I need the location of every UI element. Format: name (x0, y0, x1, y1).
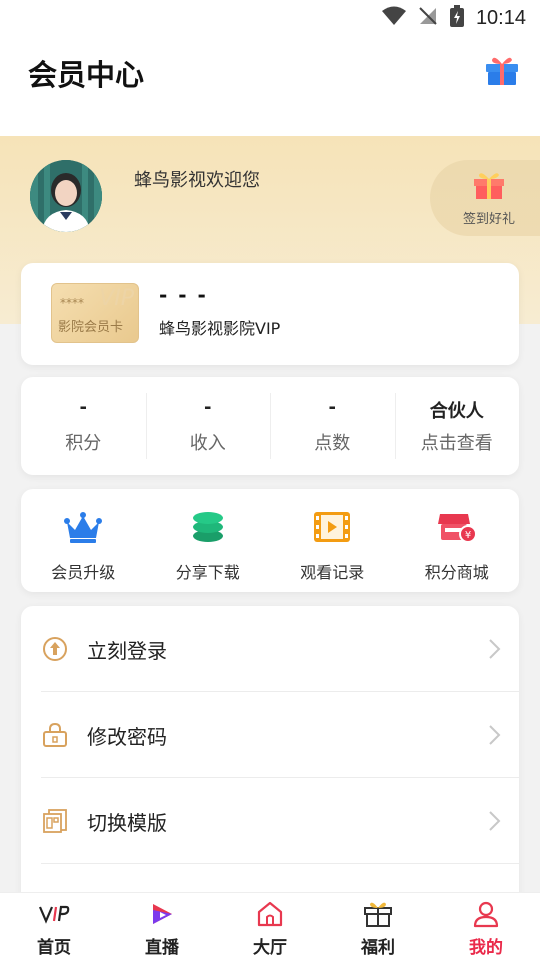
stat-label: 积分 (65, 433, 102, 454)
gift-icon (362, 899, 394, 929)
menu-item-login[interactable]: 立刻登录 (21, 606, 519, 692)
menu-label: 修改密码 (87, 724, 167, 749)
welcome-text: 蜂鸟影视欢迎您 (134, 170, 260, 191)
avatar[interactable] (30, 160, 102, 232)
stat-credits[interactable]: - 点数 (270, 377, 395, 475)
stat-partner[interactable]: 合伙人 点击查看 (394, 377, 520, 475)
stat-value: - (79, 397, 87, 418)
nav-label: 我的 (469, 938, 503, 958)
template-icon (41, 807, 69, 835)
chevron-right-icon (487, 810, 501, 832)
feature-label: 观看记录 (300, 563, 365, 582)
nav-home[interactable]: 首页 (0, 893, 108, 960)
stats-card: - 积分 - 收入 - 点数 合伙人 点击查看 (21, 377, 519, 475)
stat-label: 点击查看 (420, 433, 493, 454)
home-icon (254, 899, 286, 929)
stat-value: 合伙人 (429, 401, 484, 422)
svg-text:¥: ¥ (465, 530, 471, 541)
feature-history-button[interactable]: 观看记录 (270, 489, 395, 592)
feature-upgrade-button[interactable]: 会员升级 (21, 489, 146, 592)
user-icon (470, 899, 502, 929)
film-icon (312, 507, 352, 547)
feature-share-button[interactable]: 分享下载 (146, 489, 271, 592)
feature-label: 积分商城 (424, 563, 489, 582)
menu-label: 立刻登录 (87, 638, 167, 663)
settings-menu: 立刻登录 修改密码 切换模版 (21, 606, 519, 906)
badge-stars: **** (60, 296, 84, 310)
nav-label: 直播 (145, 938, 179, 958)
vip-card[interactable]: **** VIP 影院会员卡 - - - 蜂鸟影视影院VIP (21, 263, 519, 365)
vip-card-badge: **** VIP 影院会员卡 (51, 283, 139, 343)
menu-label: 切换模版 (87, 810, 167, 835)
nav-label: 大厅 (253, 938, 287, 958)
nav-label: 福利 (361, 938, 395, 958)
badge-card-name: 影院会员卡 (58, 320, 124, 335)
signin-gift-button[interactable]: 签到好礼 (430, 160, 540, 236)
header: 会员中心 (0, 36, 540, 136)
menu-item-switch-template[interactable]: 切换模版 (21, 778, 519, 864)
stat-income[interactable]: - 收入 (145, 377, 271, 475)
chevron-right-icon (487, 638, 501, 660)
battery-icon (449, 5, 464, 31)
shop-icon: ¥ (437, 507, 477, 547)
menu-item-change-password[interactable]: 修改密码 (21, 692, 519, 778)
wifi-icon (381, 6, 406, 30)
stat-value: - (328, 397, 336, 418)
bottom-nav: 首页 直播 大厅 福利 我的 (0, 892, 540, 960)
nav-label: 首页 (37, 938, 71, 958)
vip-description: 蜂鸟影视影院VIP (159, 319, 281, 338)
page-title: 会员中心 (28, 58, 145, 92)
feature-label: 分享下载 (175, 563, 240, 582)
nav-mine[interactable]: 我的 (432, 893, 540, 960)
stat-points[interactable]: - 积分 (21, 377, 146, 475)
stat-label: 点数 (314, 433, 351, 454)
stat-value: - (204, 397, 212, 418)
signin-label: 签到好礼 (462, 211, 515, 227)
nav-hall[interactable]: 大厅 (216, 893, 324, 960)
login-icon (41, 635, 69, 663)
features-card: 会员升级 分享下载 观看记录 ¥ 积分商城 (21, 489, 519, 592)
feature-shop-button[interactable]: ¥ 积分商城 (395, 489, 520, 592)
member-id: - - - (159, 283, 208, 307)
chevron-right-icon (487, 724, 501, 746)
coins-icon (188, 507, 228, 547)
feature-label: 会员升级 (51, 563, 116, 582)
nav-welfare[interactable]: 福利 (324, 893, 432, 960)
badge-vip: VIP (99, 286, 134, 311)
no-signal-icon (418, 6, 438, 30)
lock-icon (41, 721, 69, 749)
crown-icon (63, 507, 103, 547)
vip-icon (38, 899, 70, 929)
status-time: 10:14 (475, 6, 526, 29)
gift-icon[interactable] (484, 54, 520, 86)
nav-live[interactable]: 直播 (108, 893, 216, 960)
status-bar: 10:14 (0, 0, 540, 36)
live-icon (146, 899, 178, 929)
gift-icon (472, 170, 506, 204)
stat-label: 收入 (189, 433, 226, 454)
